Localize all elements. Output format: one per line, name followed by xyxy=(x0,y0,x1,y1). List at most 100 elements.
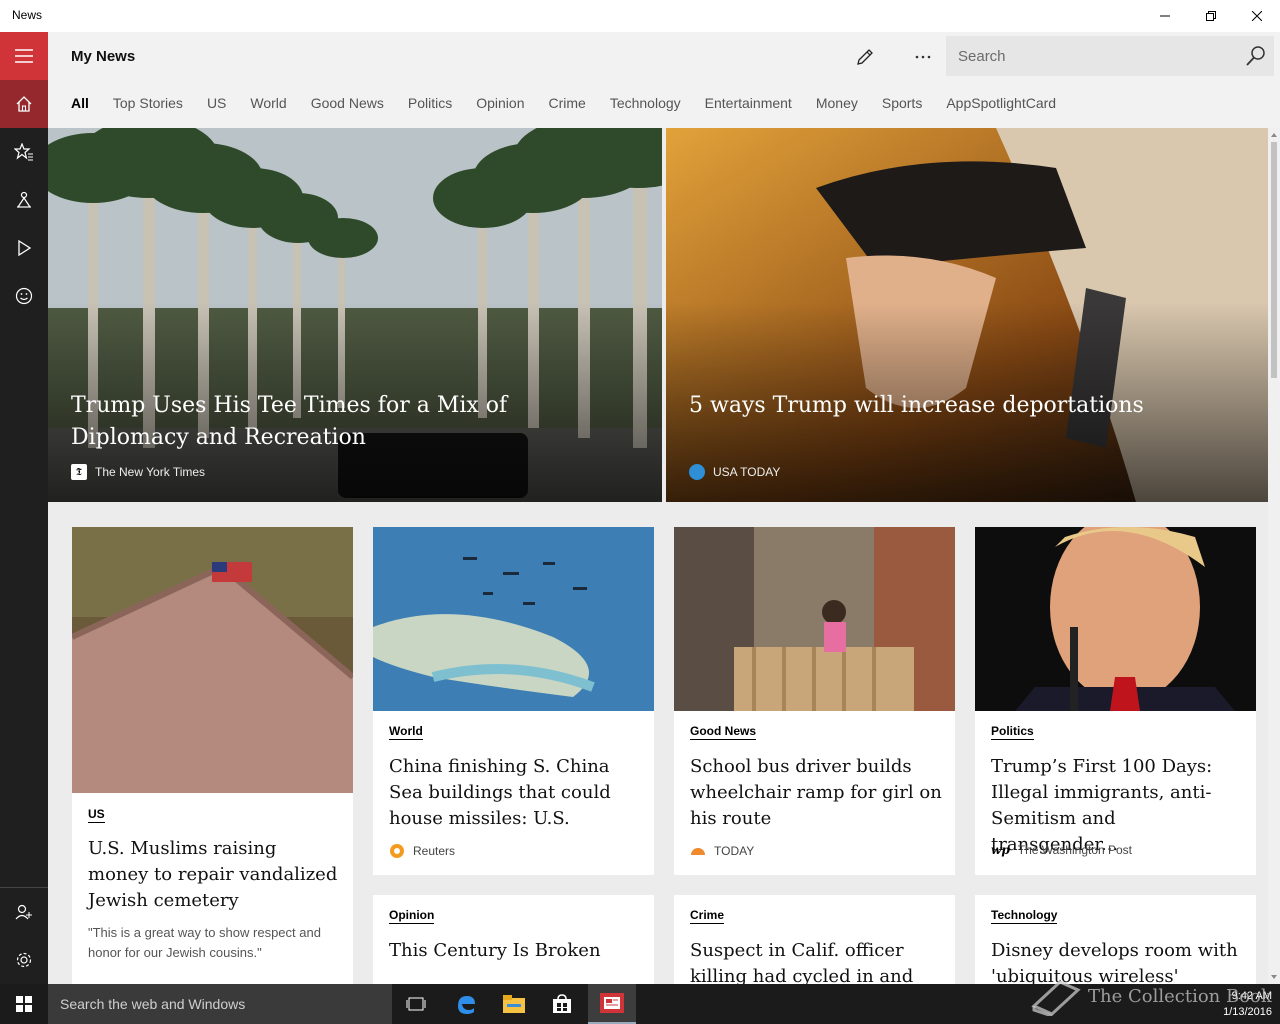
story-title: U.S. Muslims raising money to repair van… xyxy=(88,838,338,911)
book-icon xyxy=(1031,980,1081,1016)
tab-entertainment[interactable]: Entertainment xyxy=(705,95,792,117)
source-name: USA TODAY xyxy=(713,465,781,479)
news-feed: Trump Uses His Tee Times for a Mix of Di… xyxy=(48,128,1268,984)
watermark: The Collection Book xyxy=(1030,976,1272,1016)
video-icon xyxy=(18,240,31,256)
tab-appspotlightcard[interactable]: AppSpotlightCard xyxy=(946,95,1056,117)
category-label[interactable]: Politics xyxy=(991,724,1034,740)
story-card-world[interactable]: World China finishing S. China Sea build… xyxy=(373,527,654,875)
nav-settings[interactable] xyxy=(0,936,48,984)
nyt-logo-icon: 𝕿 xyxy=(71,464,87,480)
minimize-button[interactable] xyxy=(1142,0,1188,32)
hamburger-icon xyxy=(15,49,33,63)
story-snippet: "This is a great way to show respect and… xyxy=(88,925,321,960)
taskbar-search[interactable]: Search the web and Windows xyxy=(48,984,392,1024)
source-name: TODAY xyxy=(714,844,755,858)
favorites-icon xyxy=(14,143,33,161)
nav-video[interactable] xyxy=(0,224,48,272)
story-title: This Century Is Broken xyxy=(389,940,601,961)
story-card-politics[interactable]: Politics Trump’s First 100 Days: Illegal… xyxy=(975,527,1256,875)
tab-all[interactable]: All xyxy=(71,95,89,117)
story-title: School bus driver builds wheelchair ramp… xyxy=(690,756,942,829)
home-icon xyxy=(16,96,32,112)
search-input[interactable] xyxy=(946,36,1236,76)
page-title: My News xyxy=(71,48,136,65)
tab-crime[interactable]: Crime xyxy=(548,95,585,117)
hero-story-2[interactable]: 5 ways Trump will increase deportations … xyxy=(666,128,1268,502)
cemetery-headstone-image xyxy=(72,527,353,793)
story-title: China finishing S. China Sea buildings t… xyxy=(389,756,611,829)
vertical-scrollbar[interactable] xyxy=(1268,128,1280,984)
category-label[interactable]: Technology xyxy=(991,908,1058,924)
title-bar: News xyxy=(0,0,1280,32)
scrollbar-thumb[interactable] xyxy=(1271,142,1277,378)
tab-politics[interactable]: Politics xyxy=(408,95,452,117)
edge-icon xyxy=(458,996,475,1014)
tab-top-stories[interactable]: Top Stories xyxy=(113,95,183,117)
category-label[interactable]: Crime xyxy=(690,908,725,924)
local-icon xyxy=(17,191,31,208)
story-source: TODAY xyxy=(690,843,754,859)
hero-source: USA TODAY xyxy=(689,464,780,480)
story-card-opinion[interactable]: Opinion This Century Is Broken xyxy=(373,895,654,984)
windows-logo-icon xyxy=(16,996,32,1012)
category-tabs: All Top Stories US World Good News Polit… xyxy=(71,95,1080,117)
tab-us[interactable]: US xyxy=(207,95,226,117)
nav-home[interactable] xyxy=(0,80,48,128)
story-card-technology[interactable]: Technology Disney develops room with 'ub… xyxy=(975,895,1256,984)
nav-local[interactable] xyxy=(0,176,48,224)
start-button[interactable] xyxy=(0,984,48,1024)
nav-interests[interactable] xyxy=(0,128,48,176)
tab-opinion[interactable]: Opinion xyxy=(476,95,524,117)
nav-account[interactable] xyxy=(0,888,48,936)
smiley-icon xyxy=(15,287,33,305)
nav-lighter-side[interactable] xyxy=(0,272,48,320)
more-icon xyxy=(915,55,931,59)
category-label[interactable]: World xyxy=(389,724,423,740)
story-card-us[interactable]: US U.S. Muslims raising money to repair … xyxy=(72,527,353,984)
tab-technology[interactable]: Technology xyxy=(610,95,681,117)
category-label[interactable]: Good News xyxy=(690,724,757,740)
restore-button[interactable] xyxy=(1188,0,1234,32)
hamburger-button[interactable] xyxy=(0,32,48,80)
account-icon xyxy=(15,904,32,920)
tab-money[interactable]: Money xyxy=(816,95,858,117)
hero-headline: Trump Uses His Tee Times for a Mix of Di… xyxy=(71,393,508,450)
source-name: The New York Times xyxy=(95,465,206,479)
app-header: My News All Top Stories US World Good Ne… xyxy=(48,32,1280,128)
search-box xyxy=(946,36,1274,76)
category-label[interactable]: Opinion xyxy=(389,908,435,924)
window-title: News xyxy=(12,8,43,22)
source-name: Reuters xyxy=(413,844,456,858)
story-card-good-news[interactable]: Good News School bus driver builds wheel… xyxy=(674,527,955,875)
edge-button[interactable] xyxy=(442,984,490,1024)
tab-good-news[interactable]: Good News xyxy=(311,95,384,117)
story-source: Reuters xyxy=(389,843,455,859)
settings-icon xyxy=(16,952,32,968)
scroll-up-arrow-icon[interactable] xyxy=(1268,130,1280,140)
edit-button[interactable] xyxy=(848,40,882,74)
category-label[interactable]: US xyxy=(88,807,105,823)
hero-story-1[interactable]: Trump Uses His Tee Times for a Mix of Di… xyxy=(48,128,662,502)
story-source: wp The Washington Post xyxy=(991,843,1132,857)
story-card-crime[interactable]: Crime Suspect in Calif. officer killing … xyxy=(674,895,955,984)
close-button[interactable] xyxy=(1234,0,1280,32)
restore-icon xyxy=(1206,11,1216,21)
island-aerial-image xyxy=(373,527,654,711)
taskbar-search-text: Search the web and Windows xyxy=(60,996,246,1012)
task-view-button[interactable] xyxy=(392,984,440,1024)
reuters-logo-icon xyxy=(390,844,404,858)
story-title: Suspect in Calif. officer killing had cy… xyxy=(690,940,914,984)
search-icon[interactable] xyxy=(1244,44,1268,68)
store-button[interactable] xyxy=(538,984,586,1024)
watermark-text: The Collection Book xyxy=(1088,985,1272,1007)
close-icon xyxy=(1252,11,1262,21)
news-app-icon xyxy=(600,993,624,1013)
folder-icon xyxy=(503,995,525,1013)
usa-today-logo-icon xyxy=(689,464,705,480)
news-app-button[interactable] xyxy=(588,984,636,1024)
more-options-button[interactable] xyxy=(906,40,940,74)
tab-world[interactable]: World xyxy=(250,95,286,117)
file-explorer-button[interactable] xyxy=(490,984,538,1024)
tab-sports[interactable]: Sports xyxy=(882,95,922,117)
